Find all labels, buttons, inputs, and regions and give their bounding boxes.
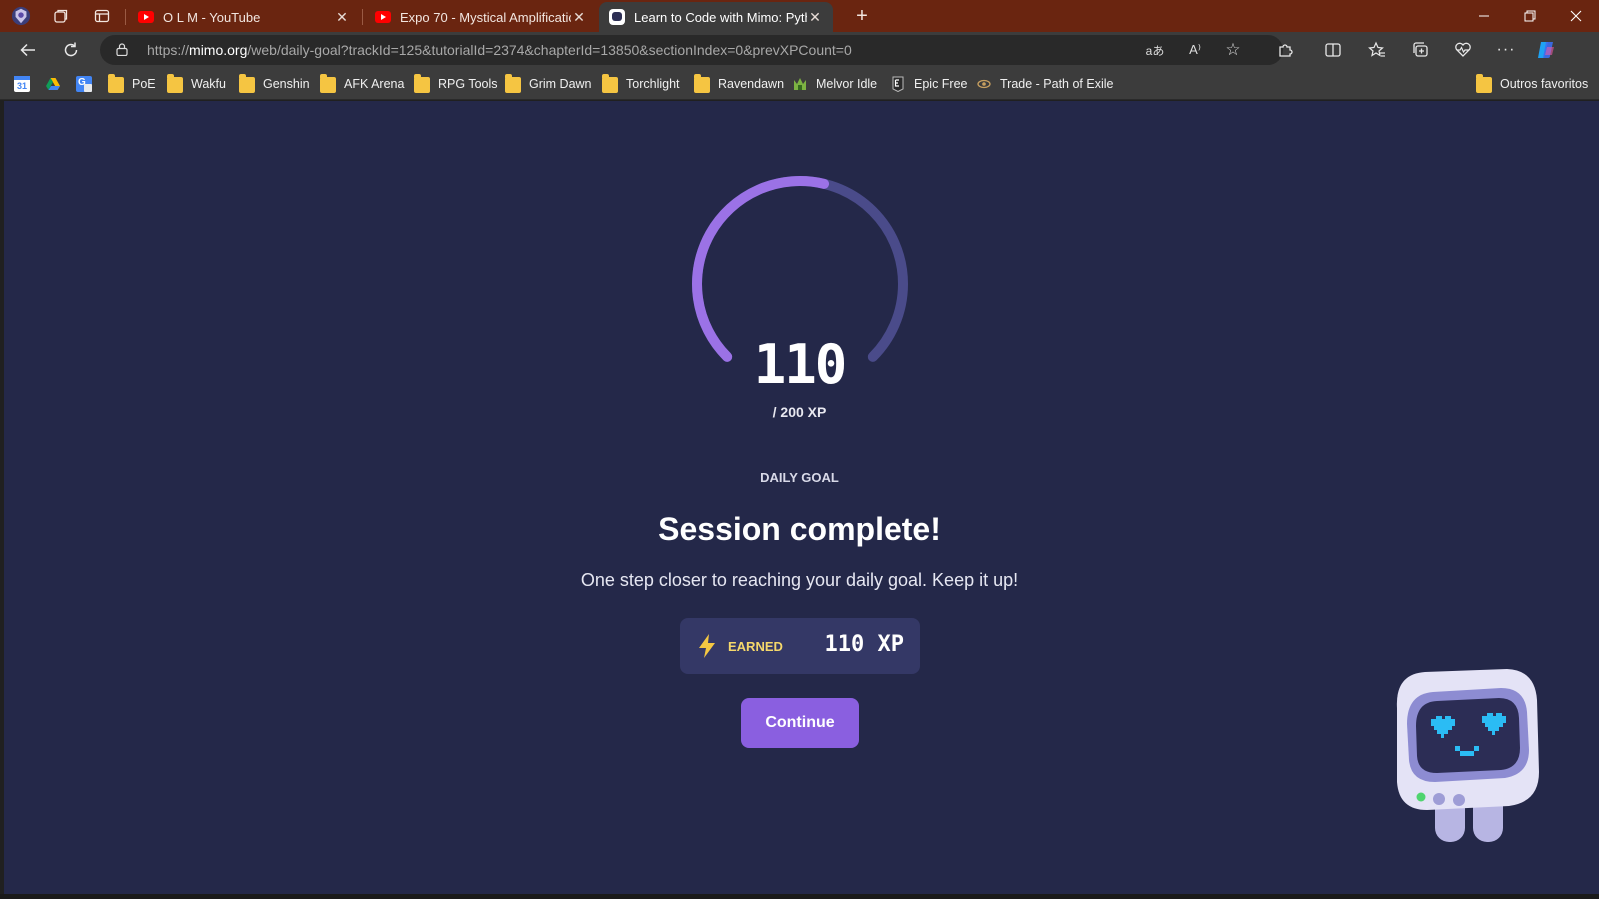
bookmark-label: RPG Tools — [438, 77, 498, 91]
bookmark-folder-grim-dawn[interactable]: Grim Dawn — [505, 74, 592, 93]
earned-label: EARNED — [728, 639, 783, 654]
url-host: mimo.org — [189, 42, 248, 58]
bookmark-folder-wakfu[interactable]: Wakfu — [167, 74, 226, 93]
tab-title: Learn to Code with Mimo: Python — [634, 9, 807, 25]
workspaces-icon[interactable] — [51, 6, 71, 26]
bookmark-folder-afk-arena[interactable]: AFK Arena — [320, 74, 405, 93]
bookmark-calendar[interactable]: 31 — [14, 75, 38, 93]
tab-expo70-youtube[interactable]: Expo 70 - Mystical Amplification ✕ — [365, 2, 597, 32]
folder-icon — [414, 74, 430, 93]
translate-page-icon[interactable]: aあ — [1145, 40, 1165, 60]
copilot-icon[interactable] — [1534, 38, 1558, 62]
folder-icon — [602, 74, 618, 93]
folder-icon — [694, 74, 710, 93]
earned-xp-value: 110 XP — [824, 632, 904, 657]
close-tab-icon[interactable]: ✕ — [334, 9, 350, 26]
bookmark-label: Wakfu — [191, 77, 226, 91]
url-path: /web/daily-goal?trackId=125&tutorialId=2… — [247, 42, 852, 58]
bookmarks-bar: 31 G PoE Wakfu Genshin AFK Arena RPG Too… — [0, 68, 1599, 100]
mimo-robot-mascot-icon — [1396, 669, 1539, 842]
browser-toolbar: https://mimo.org/web/daily-goal?trackId=… — [0, 32, 1599, 68]
bookmark-label: Genshin — [263, 77, 310, 91]
bookmark-label: Torchlight — [626, 77, 680, 91]
bookmark-folder-torchlight[interactable]: Torchlight — [602, 74, 680, 93]
bookmark-drive[interactable] — [45, 75, 69, 93]
youtube-icon — [375, 11, 391, 23]
daily-goal-current-xp: 110 — [753, 333, 848, 396]
folder-icon — [108, 74, 124, 93]
folder-icon — [239, 74, 255, 93]
bookmark-folder-genshin[interactable]: Genshin — [239, 74, 310, 93]
bookmark-label: Melvor Idle — [816, 77, 878, 91]
lightning-bolt-icon — [699, 634, 715, 658]
melvor-icon — [794, 78, 806, 90]
close-tab-icon[interactable]: ✕ — [571, 9, 587, 26]
browser-title-bar: O L M - YouTube ✕ Expo 70 - Mystical Amp… — [0, 0, 1599, 32]
split-screen-icon[interactable] — [1321, 38, 1345, 62]
bookmark-label: AFK Arena — [344, 77, 405, 91]
address-bar[interactable]: https://mimo.org/web/daily-goal?trackId=… — [100, 35, 1283, 65]
tab-olm-youtube[interactable]: O L M - YouTube ✕ — [128, 2, 360, 32]
bookmark-label: Trade - Path of Exile — [1000, 77, 1114, 91]
poe-trade-icon — [977, 79, 991, 89]
folder-icon — [505, 74, 521, 93]
tab-separator — [362, 9, 363, 25]
session-complete-title: Session complete! — [658, 511, 941, 547]
bookmark-label: Epic Free — [914, 77, 968, 91]
new-tab-icon[interactable]: + — [852, 5, 872, 27]
refresh-icon[interactable] — [56, 35, 86, 65]
bookmark-folder-rpg-tools[interactable]: RPG Tools — [414, 74, 498, 93]
tab-title: Expo 70 - Mystical Amplification — [400, 9, 571, 25]
folder-icon — [1476, 74, 1492, 93]
bookmark-translate[interactable]: G — [76, 75, 100, 93]
bookmark-epic-free[interactable]: Epic Free — [890, 75, 968, 93]
bookmark-label: Ravendawn — [718, 77, 785, 91]
close-tab-icon[interactable]: ✕ — [807, 9, 823, 26]
window-bottom-edge — [0, 894, 1599, 899]
bookmark-folder-poe[interactable]: PoE — [108, 74, 156, 93]
calendar-icon: 31 — [14, 76, 30, 92]
bookmark-folder-other-favorites[interactable]: Outros favoritos — [1476, 74, 1589, 93]
mimo-icon — [609, 9, 625, 25]
restore-icon[interactable] — [1507, 0, 1553, 32]
bookmark-folder-ravendawn[interactable]: Ravendawn — [694, 74, 785, 93]
profile-avatar-icon[interactable] — [11, 6, 31, 26]
tab-title: O L M - YouTube — [163, 9, 261, 25]
daily-goal-label: DAILY GOAL — [760, 470, 839, 485]
tab-actions-icon[interactable] — [92, 6, 112, 26]
favorites-icon[interactable] — [1365, 38, 1389, 62]
tab-separator — [125, 9, 126, 25]
earned-xp-card: EARNED 110 XP — [680, 618, 920, 674]
daily-goal-target: / 200 XP — [772, 404, 827, 420]
epic-icon — [892, 76, 904, 92]
gauge-progress-arc — [692, 176, 830, 362]
lock-icon[interactable] — [116, 43, 128, 56]
drive-icon — [46, 78, 60, 90]
minimize-icon[interactable] — [1461, 0, 1507, 32]
continue-button[interactable]: Continue — [741, 698, 859, 748]
url-text[interactable]: https://mimo.org/web/daily-goal?trackId=… — [147, 42, 852, 58]
back-icon[interactable] — [13, 35, 43, 65]
collections-icon[interactable] — [1408, 38, 1432, 62]
bookmark-melvor-idle[interactable]: Melvor Idle — [792, 75, 877, 93]
close-window-icon[interactable] — [1553, 0, 1599, 32]
folder-icon — [320, 74, 336, 93]
session-complete-message: One step closer to reaching your daily g… — [580, 570, 1019, 590]
youtube-icon — [138, 11, 154, 23]
more-options-icon[interactable]: ··· — [1494, 38, 1518, 62]
browser-essentials-icon[interactable] — [1451, 38, 1475, 62]
favorite-star-icon[interactable]: ☆ — [1223, 40, 1243, 60]
read-aloud-icon[interactable]: A⁾ — [1185, 40, 1205, 60]
bookmark-label: Grim Dawn — [529, 77, 592, 91]
extensions-icon[interactable] — [1274, 38, 1298, 62]
bookmark-label: PoE — [132, 77, 156, 91]
bookmark-trade-path-of-exile[interactable]: Trade - Path of Exile — [976, 75, 1113, 93]
folder-icon — [167, 74, 183, 93]
translate-icon: G — [76, 76, 92, 92]
url-scheme: https:// — [147, 42, 190, 58]
tab-mimo-active[interactable]: Learn to Code with Mimo: Python ✕ — [599, 2, 833, 32]
bookmark-label: Outros favoritos — [1500, 77, 1589, 91]
